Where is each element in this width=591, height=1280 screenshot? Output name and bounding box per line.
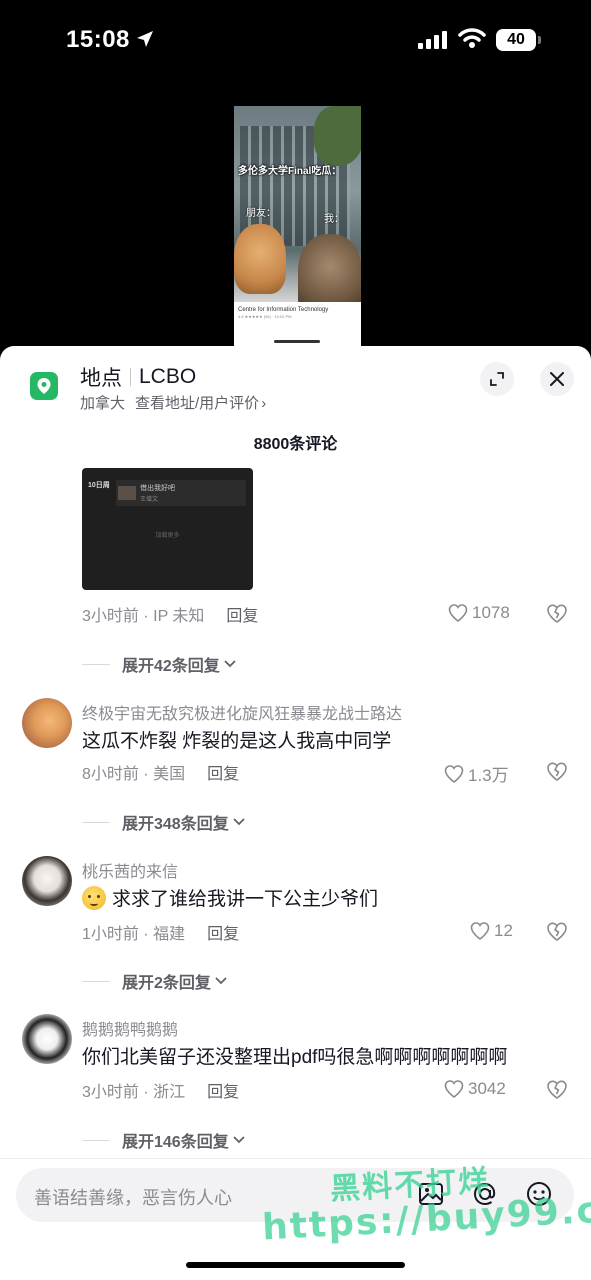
reply-button[interactable]: 回复 — [226, 602, 258, 626]
comment-image[interactable]: 10日周 借出我好吧 王增文 加载更多 — [82, 468, 253, 590]
avatar[interactable] — [22, 1014, 72, 1064]
like-count: 1078 — [472, 603, 510, 622]
status-bar: 15:08 40 — [0, 0, 591, 80]
chevron-down-icon — [215, 977, 227, 985]
comment-text-body: 求求了谁给我讲一下公主少爷们 — [112, 889, 379, 910]
expand-replies[interactable]: 展开42条回复 — [82, 652, 237, 676]
emoji-icon — [82, 885, 106, 910]
reply-button[interactable]: 回复 — [207, 1078, 239, 1102]
dislike-icon[interactable] — [546, 762, 568, 782]
expand-replies[interactable]: 展开146条回复 — [82, 1128, 246, 1152]
like-button[interactable]: 1078 — [448, 603, 510, 623]
location-pin-icon — [30, 372, 58, 400]
cellular-signal-icon — [418, 31, 447, 49]
video-right-caption: 我： — [324, 214, 344, 225]
like-button[interactable]: 12 — [470, 921, 513, 941]
expand-label: 展开2条回复 — [122, 975, 211, 992]
place-subtitle[interactable]: 加拿大 查看地址/用户评价 › — [80, 392, 266, 413]
heart-icon — [470, 922, 490, 940]
battery-tip — [538, 36, 541, 44]
place-title[interactable]: 地点 LCBO — [80, 362, 196, 392]
place-name: LCBO — [139, 365, 197, 388]
location-arrow-icon — [137, 31, 153, 47]
comment-username[interactable]: 鹅鹅鹅鸭鹅鹅 — [82, 1016, 178, 1040]
expand-replies[interactable]: 展开348条回复 — [82, 810, 246, 834]
video-handle — [274, 340, 320, 343]
like-button[interactable]: 1.3万 — [444, 761, 509, 786]
comment-count: 8800条评论 — [253, 436, 338, 453]
dislike-icon[interactable] — [546, 922, 568, 942]
expand-label: 展开146条回复 — [122, 1134, 229, 1151]
image-line1: 借出我好吧 — [140, 485, 175, 492]
expand-label: 展开348条回复 — [122, 816, 229, 833]
like-count: 3042 — [468, 1079, 506, 1098]
place-label: 地点 — [80, 367, 122, 390]
comment-sheet: 地点 LCBO 加拿大 查看地址/用户评价 › 8800条评论 10日周 借出我好… — [0, 346, 591, 1280]
expand-button[interactable] — [480, 362, 514, 396]
expand-replies[interactable]: 展开2条回复 — [82, 969, 228, 993]
like-count: 1.3万 — [468, 766, 509, 785]
comment-text: 你们北美留子还没整理出pdf吗很急啊啊啊啊啊啊啊 — [82, 1047, 508, 1068]
comment-time-location: 1小时前 · 福建 — [82, 926, 186, 943]
image-date: 10日周 — [88, 482, 110, 489]
heart-icon — [444, 1080, 464, 1098]
heart-icon — [444, 764, 464, 783]
expand-line — [82, 821, 110, 823]
video-card-sub: 4.6 ★★★★★ (96) · 10:02 PM — [238, 314, 292, 319]
comment-meta: 1小时前 · 福建 回复 — [82, 920, 239, 944]
reply-button[interactable]: 回复 — [207, 920, 239, 944]
comment-input-placeholder: 善语结善缘，恶言伤人心 — [34, 1188, 232, 1208]
view-address-link[interactable]: 查看地址/用户评价 › — [135, 392, 266, 413]
reply-button[interactable]: 回复 — [207, 760, 239, 784]
place-country: 加拿大 — [80, 395, 126, 412]
close-icon — [550, 372, 564, 386]
video-title: 多伦多大学Final吃瓜： — [238, 166, 342, 177]
image-load-more: 加载更多 — [155, 533, 180, 539]
wifi-icon — [458, 28, 486, 48]
like-button[interactable]: 3042 — [444, 1079, 506, 1099]
close-button[interactable] — [540, 362, 574, 396]
status-time: 15:08 — [66, 26, 130, 53]
expand-label: 展开42条回复 — [122, 658, 220, 675]
avatar[interactable] — [22, 698, 72, 748]
input-divider — [0, 1158, 591, 1159]
image-line2: 王增文 — [140, 497, 159, 503]
heart-icon — [448, 604, 468, 622]
comment-username[interactable]: 桃乐茜的来信 — [82, 858, 178, 882]
home-indicator[interactable] — [186, 1262, 405, 1268]
comment-meta: 3小时前 · IP 未知 回复 — [82, 602, 258, 626]
expand-line — [82, 980, 110, 982]
comment-time-location: 3小时前 · IP 未知 — [82, 608, 205, 625]
avatar[interactable] — [22, 856, 72, 906]
dislike-icon[interactable] — [546, 604, 568, 624]
dislike-icon[interactable] — [546, 1080, 568, 1100]
battery-indicator: 40 — [496, 29, 536, 51]
video-thumbnail[interactable]: 多伦多大学Final吃瓜： 朋友： 我： Centre for Informat… — [234, 106, 361, 346]
video-tree — [314, 106, 361, 166]
expand-line — [82, 1139, 110, 1141]
chevron-down-icon — [224, 660, 236, 668]
expand-icon — [490, 372, 504, 386]
comment-meta: 8小时前 · 美国 回复 — [82, 760, 239, 784]
title-divider — [130, 368, 131, 386]
comment-text: 求求了谁给我讲一下公主少爷们 — [82, 884, 378, 911]
comment-meta: 3小时前 · 浙江 回复 — [82, 1078, 239, 1102]
comment-time-location: 8小时前 · 美国 — [82, 766, 186, 783]
expand-line — [82, 663, 110, 665]
cat-image-left — [234, 224, 286, 294]
video-card-line: Centre for Information Technology — [238, 307, 329, 313]
comment-username[interactable]: 终极宇宙无敌究极进化旋风狂暴暴龙战士路达 — [82, 700, 402, 724]
like-count: 12 — [494, 921, 513, 940]
chevron-down-icon — [233, 1136, 245, 1144]
video-left-caption: 朋友： — [246, 208, 276, 219]
image-thumb — [118, 486, 136, 500]
chevron-down-icon — [233, 818, 245, 826]
comment-text: 这瓜不炸裂 炸裂的是这人我高中同学 — [82, 731, 392, 752]
comment-time-location: 3小时前 · 浙江 — [82, 1084, 186, 1101]
